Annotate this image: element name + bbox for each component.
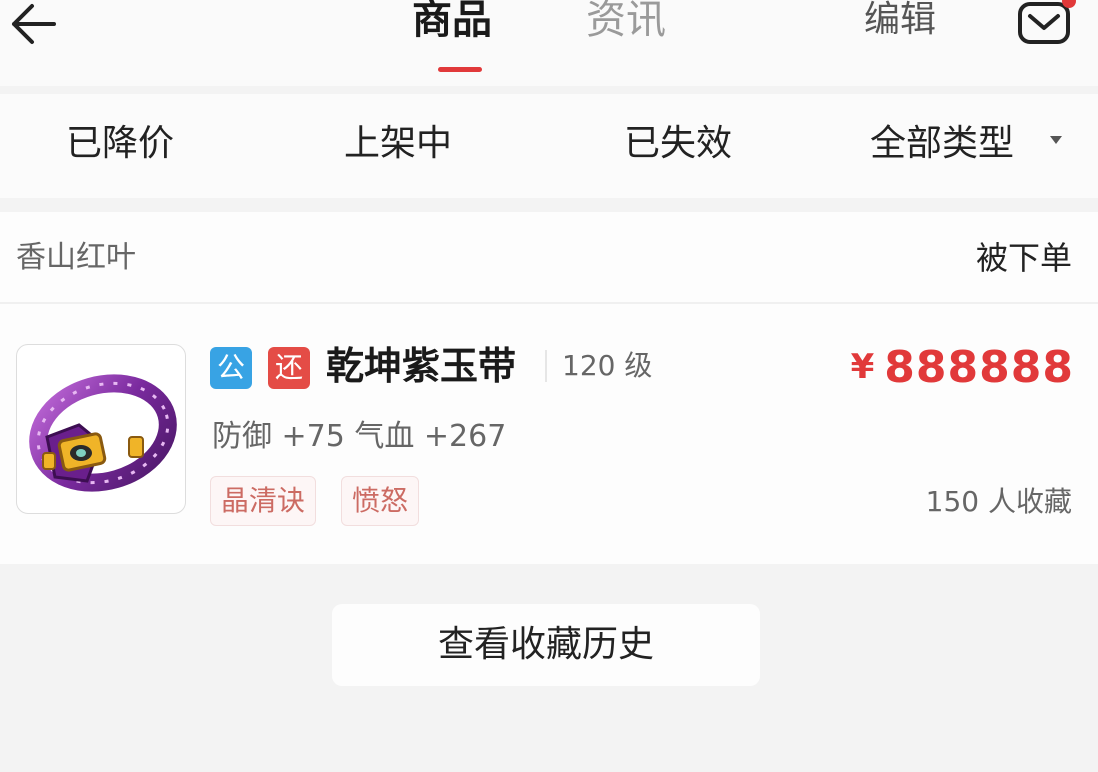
- separator: [545, 350, 547, 382]
- price-currency: ¥: [850, 347, 875, 387]
- active-tab-indicator: [438, 67, 482, 72]
- dropdown-arrow-icon[interactable]: [1050, 136, 1062, 144]
- notification-dot: [1062, 0, 1076, 8]
- divider: [0, 302, 1098, 304]
- filter-on-shelf[interactable]: 上架中: [344, 120, 452, 168]
- item-tag: 晶清诀: [210, 476, 317, 526]
- item-thumbnail[interactable]: [16, 344, 186, 514]
- item-name: 乾坤紫玉带: [326, 344, 517, 388]
- filter-all-types[interactable]: 全部类型: [870, 120, 1014, 168]
- item-price: ¥888888: [851, 342, 1074, 393]
- top-bar: 商品 资讯 编辑: [0, 0, 1098, 86]
- public-badge: 公: [210, 347, 252, 389]
- price-value: 888888: [884, 342, 1074, 393]
- server-name: 香山红叶: [16, 240, 136, 275]
- order-status: 被下单: [975, 239, 1072, 277]
- filter-expired[interactable]: 已失效: [624, 120, 732, 168]
- back-arrow-icon[interactable]: [6, 0, 62, 50]
- view-favorite-history-button[interactable]: 查看收藏历史: [332, 604, 760, 686]
- return-badge: 还: [268, 347, 310, 389]
- item-level: 120 级: [562, 349, 653, 382]
- favorite-count: 150 人收藏: [925, 485, 1072, 518]
- item-tag: 愤怒: [341, 476, 420, 526]
- item-attributes: 防御 +75 气血 +267: [212, 419, 507, 454]
- tab-goods[interactable]: 商品: [412, 0, 492, 46]
- favorite-item-card[interactable]: 香山红叶 被下单 公 还 乾坤紫玉带 120 级 ¥888888 防御 +75 …: [0, 212, 1098, 564]
- purple-belt-icon: [29, 374, 177, 492]
- filter-price-reduced[interactable]: 已降价: [66, 120, 174, 168]
- filter-bar: 已降价 上架中 已失效 全部类型: [0, 94, 1098, 198]
- mail-icon[interactable]: [1016, 0, 1072, 46]
- tab-news[interactable]: 资讯: [586, 0, 666, 46]
- edit-button[interactable]: 编辑: [864, 0, 936, 46]
